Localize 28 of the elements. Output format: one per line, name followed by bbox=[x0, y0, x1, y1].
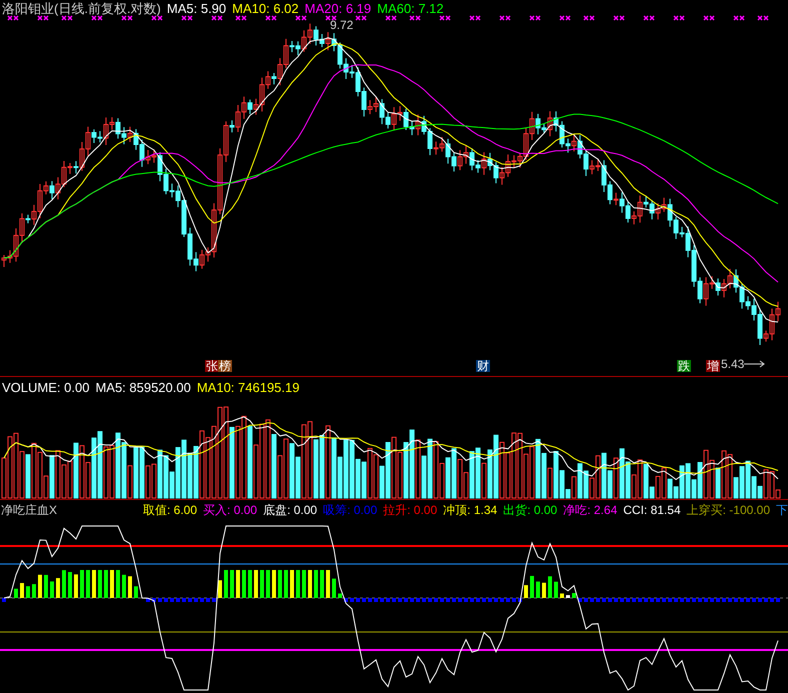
indicator-value: 出货: 0.00 bbox=[503, 504, 558, 516]
indicator-value: 买入: 0.00 bbox=[203, 504, 258, 516]
ma-value: MA5: 5.90 bbox=[166, 2, 226, 15]
event-tag: 张 bbox=[205, 360, 219, 372]
indicator-title: 净吃庄血X bbox=[1, 504, 58, 516]
indicator-value: 净吃: 2.64 bbox=[563, 504, 618, 516]
volume-value: VOLUME: 0.00 bbox=[2, 381, 90, 394]
indicator-value: CCI: 81.54 bbox=[623, 504, 681, 516]
indicator-value: 下 bbox=[776, 504, 788, 516]
indicator-value: 拉升: 0.00 bbox=[383, 504, 438, 516]
event-tag: 财 bbox=[476, 360, 490, 372]
volume-value: MA5: 859520.00 bbox=[95, 381, 191, 394]
indicator-value: 底盘: 0.00 bbox=[263, 504, 318, 516]
indicator-value: 上穿买: -100.00 bbox=[686, 504, 770, 516]
indicator-value: 吸筹: 0.00 bbox=[323, 504, 378, 516]
event-tag: 榜 bbox=[218, 360, 232, 372]
indicator-value: 冲顶: 1.34 bbox=[443, 504, 498, 516]
stock-title: 洛阳钼业(日线.前复权.对数) bbox=[2, 2, 161, 15]
ma-value: MA60: 7.12 bbox=[377, 2, 444, 15]
arrow-icon bbox=[744, 360, 766, 368]
ma-value: MA10: 6.02 bbox=[232, 2, 299, 15]
low-price-label: 5.43 bbox=[721, 358, 744, 370]
indicator-value: 取值: 6.00 bbox=[143, 504, 198, 516]
event-tag: 跌 bbox=[677, 360, 691, 372]
ma-value: MA20: 6.19 bbox=[304, 2, 372, 15]
high-price-label: 9.72 bbox=[330, 19, 354, 31]
volume-value: MA10: 746195.19 bbox=[196, 381, 300, 394]
event-tag: 增 bbox=[706, 360, 720, 372]
